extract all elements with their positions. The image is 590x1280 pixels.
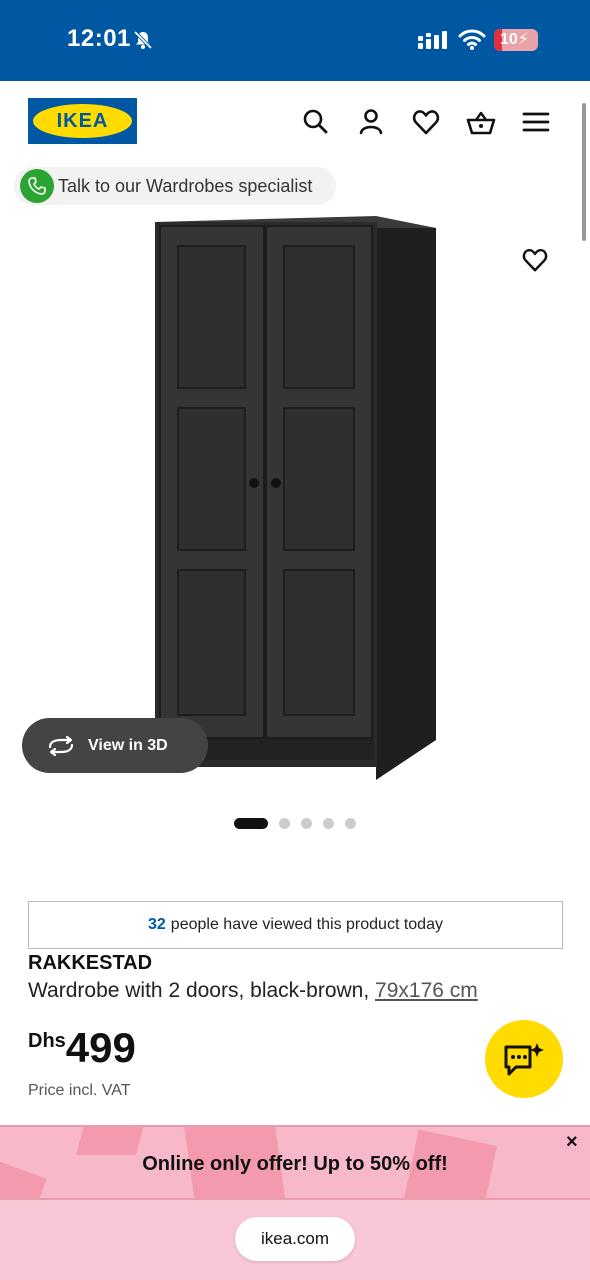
heart-icon[interactable] (411, 107, 441, 137)
view-in-3d-button[interactable]: View in 3D (22, 718, 208, 773)
basket-icon[interactable] (466, 107, 496, 137)
add-to-favourites-icon[interactable] (521, 246, 549, 274)
product-description: Wardrobe with 2 doors, black-brown, 79x1… (28, 979, 478, 1003)
price-currency: Dhs (28, 1030, 66, 1052)
promo-text: Online only offer! Up to 50% off! (142, 1153, 448, 1175)
search-icon[interactable] (301, 107, 331, 137)
site-header: IKEA (0, 81, 590, 165)
product-price: Dhs 499 (28, 1024, 136, 1072)
product-image[interactable] (140, 210, 450, 790)
chat-sparkle-icon (504, 1043, 544, 1076)
status-time: 12:01 (67, 25, 131, 52)
signal-icon (418, 31, 447, 49)
promo-close-icon[interactable]: × (566, 1131, 578, 1154)
url-bar[interactable]: ikea.com (235, 1217, 355, 1261)
battery-indicator: 10⚡ (494, 29, 538, 51)
status-bar: 12:01 10⚡ (0, 0, 590, 81)
viewed-count: 32 (148, 916, 166, 933)
gallery-dot[interactable] (345, 817, 356, 829)
gallery-pagination (234, 817, 356, 829)
logo-text: IKEA (56, 109, 109, 132)
charging-icon: ⚡ (517, 31, 530, 48)
price-amount: 499 (65, 1024, 136, 1071)
talk-to-specialist-button[interactable]: Talk to our Wardrobes specialist (14, 167, 336, 205)
bell-muted-icon (133, 30, 153, 50)
viewed-today-banner: 32 people have viewed this product today (28, 901, 563, 949)
product-size-link[interactable]: 79x176 cm (375, 979, 478, 1002)
ikea-logo[interactable]: IKEA (28, 98, 137, 144)
product-description-text: Wardrobe with 2 doors, black-brown, (28, 979, 370, 1002)
user-icon[interactable] (356, 107, 386, 137)
battery-level: 10 (500, 31, 518, 48)
menu-icon[interactable] (521, 107, 551, 137)
promo-banner[interactable]: Online only offer! Up to 50% off! × (0, 1125, 590, 1200)
browser-bottom-bar: ikea.com (0, 1200, 590, 1280)
gallery-dot[interactable] (323, 817, 334, 829)
page-scrollbar[interactable] (582, 103, 586, 241)
view-in-3d-label: View in 3D (88, 736, 168, 754)
product-name: RAKKESTAD (28, 952, 153, 974)
gallery-dot[interactable] (301, 817, 312, 829)
gallery-dot[interactable] (234, 817, 268, 829)
chat-assistant-button[interactable] (485, 1020, 563, 1098)
wifi-icon (458, 29, 486, 50)
viewed-text: people have viewed this product today (170, 916, 443, 933)
vat-note: Price incl. VAT (28, 1082, 131, 1099)
rotate-3d-icon (48, 735, 74, 756)
phone-icon (20, 169, 54, 203)
gallery-dot[interactable] (279, 817, 290, 829)
talk-label: Talk to our Wardrobes specialist (58, 175, 313, 196)
